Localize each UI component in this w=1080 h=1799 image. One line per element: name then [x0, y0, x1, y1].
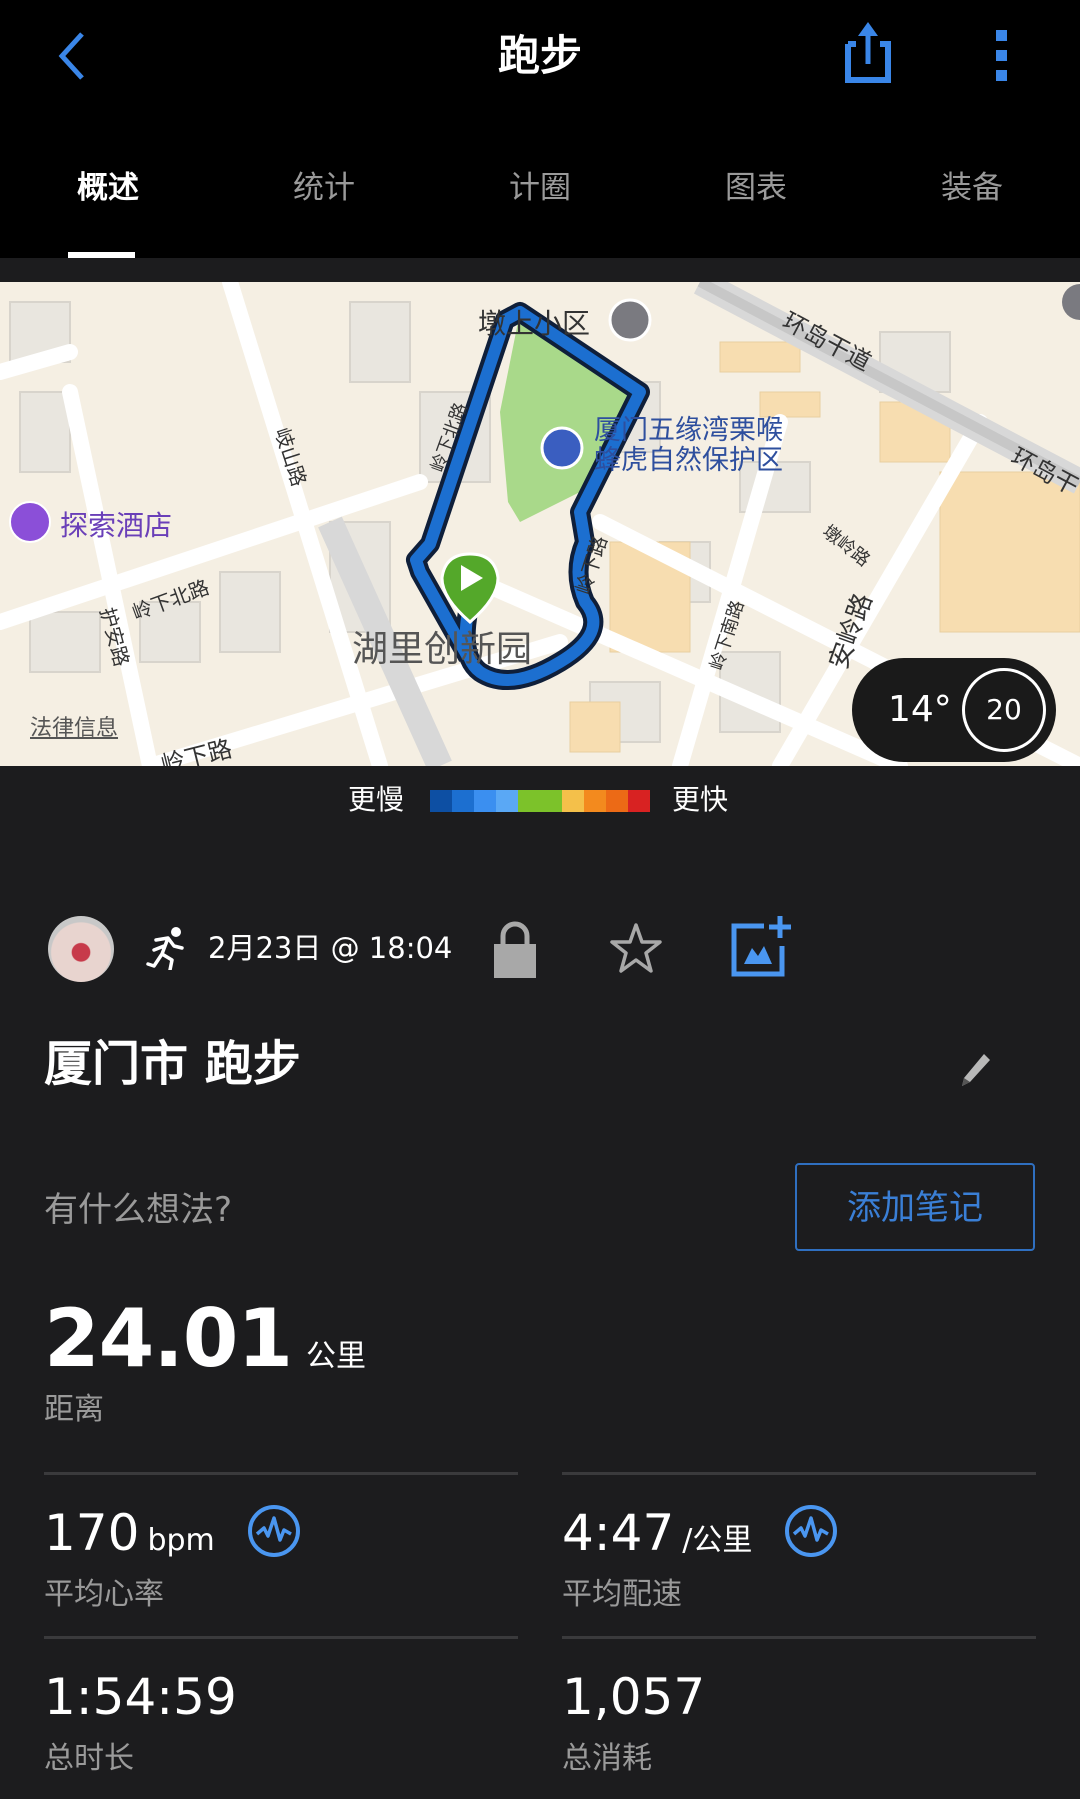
more-vertical-icon[interactable]: [992, 28, 1012, 84]
activity-name: 厦门市 跑步: [44, 1036, 301, 1092]
avatar[interactable]: [48, 916, 114, 982]
pace-swatch: [452, 790, 474, 812]
stat-value: 4:47: [562, 1504, 675, 1562]
pace-swatch: [540, 790, 562, 812]
temperature: 14°: [888, 689, 952, 730]
pace-color-bar: [430, 790, 650, 812]
pace-swatch: [518, 790, 540, 812]
stat-unit: bpm: [147, 1523, 215, 1558]
legend-faster-label: 更快: [672, 783, 729, 816]
stat-unit: /公里: [682, 1523, 753, 1558]
distance-unit: 公里: [306, 1339, 367, 1374]
stat-value: 170: [44, 1504, 140, 1562]
pace-swatch: [606, 790, 628, 812]
map-label-park: 湖里创新园: [352, 629, 533, 670]
lock-icon[interactable]: [492, 920, 538, 978]
distance-value: 24.01 公里: [44, 1294, 366, 1384]
heart-rate-icon[interactable]: [784, 1504, 838, 1558]
add-note-button[interactable]: 添加笔记: [795, 1163, 1035, 1251]
activity-meta-row: 2月23日 @ 18:04: [0, 908, 1080, 988]
stat-value-row: 170 bpm: [44, 1501, 301, 1573]
pace-swatch: [474, 790, 496, 812]
stat-value: 1:54:59: [44, 1668, 237, 1726]
tab-gear[interactable]: 装备: [864, 150, 1080, 226]
map-label-dunshang: 墩上小区: [478, 307, 591, 340]
divider: [0, 258, 1080, 282]
pace-legend: 更慢 更快: [0, 766, 1080, 834]
stat-value-row: 1,057: [562, 1665, 705, 1729]
tab-laps[interactable]: 计圈: [432, 150, 648, 226]
pencil-icon[interactable]: [958, 1052, 992, 1088]
pace-swatch: [496, 790, 518, 812]
share-icon[interactable]: [842, 22, 894, 84]
tab-overview[interactable]: 概述: [0, 150, 216, 226]
star-icon[interactable]: [608, 922, 664, 976]
wind-speed-dial: 20: [962, 668, 1046, 752]
stat-label: 平均心率: [44, 1577, 164, 1612]
stat-label: 平均配速: [562, 1577, 682, 1612]
stat-label: 总时长: [44, 1741, 134, 1776]
pace-swatch: [584, 790, 606, 812]
running-icon: [146, 927, 184, 970]
map-label-reserve-line1: 厦门五缘湾栗喉: [594, 415, 783, 446]
page-title: 跑步: [497, 31, 582, 80]
distance-label: 距离: [44, 1392, 104, 1427]
pace-swatch: [628, 790, 650, 812]
distance-number: 24.01: [44, 1292, 293, 1385]
add-photo-icon[interactable]: [730, 916, 792, 978]
map-label-hotel: 探索酒店: [60, 509, 173, 542]
pace-swatch: [430, 790, 452, 812]
stat-avg-pace[interactable]: 4:47/公里 平均配速: [562, 1472, 1036, 1635]
map-label-reserve: 厦门五缘湾栗喉 蜂虎自然保护区: [594, 416, 783, 476]
stat-total-calories: 1,057 总消耗: [562, 1636, 1036, 1799]
heart-rate-icon[interactable]: [247, 1504, 301, 1558]
stat-total-time: 1:54:59 总时长: [44, 1636, 518, 1799]
tab-charts[interactable]: 图表: [648, 150, 864, 226]
stat-value-row: 4:47/公里: [562, 1501, 838, 1573]
legend-slower-label: 更慢: [348, 783, 405, 816]
stat-value-row: 1:54:59: [44, 1665, 237, 1729]
stat-value: 1,057: [562, 1668, 706, 1726]
pace-swatch: [562, 790, 584, 812]
stat-avg-heart-rate[interactable]: 170 bpm 平均心率: [44, 1472, 518, 1635]
tab-bar: 概述 统计 计圈 图表 装备: [0, 150, 1080, 226]
stat-label: 总消耗: [562, 1741, 652, 1776]
weather-badge: 14° 20: [852, 658, 1056, 762]
activity-date: 2月23日 @ 18:04: [208, 931, 453, 965]
legal-info-link[interactable]: 法律信息: [30, 710, 118, 742]
notes-prompt: 有什么想法?: [44, 1190, 233, 1230]
tab-stats[interactable]: 统计: [216, 150, 432, 226]
top-bar: 跑步 概述 统计 计圈 图表 装备: [0, 0, 1080, 258]
map-label-reserve-line2: 蜂虎自然保护区: [594, 445, 783, 476]
